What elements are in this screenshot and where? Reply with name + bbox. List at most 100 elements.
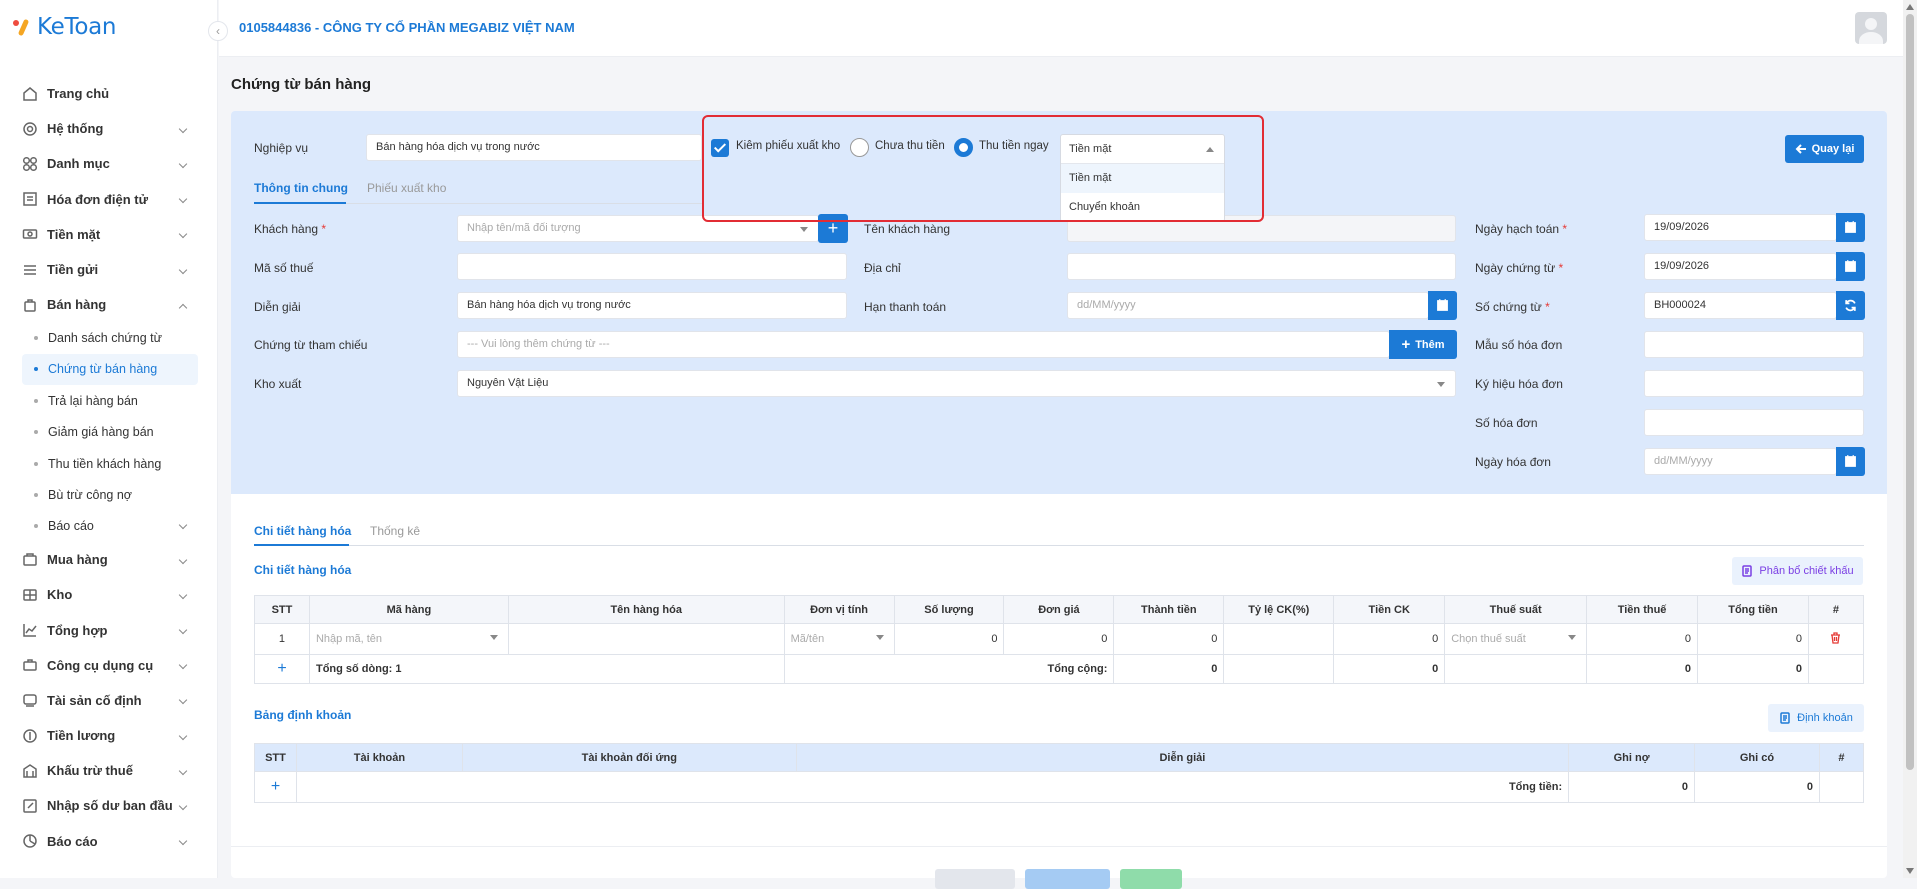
tab-thong-tin-chung[interactable]: Thông tin chung [254, 181, 348, 195]
tong-tien-input[interactable]: 0 [1697, 623, 1809, 655]
scrollbar-thumb[interactable] [1906, 14, 1914, 770]
calendar-button[interactable] [1428, 291, 1457, 320]
page-scrollbar[interactable] [1903, 0, 1917, 878]
so-hoa-don-input[interactable] [1644, 409, 1864, 436]
topbar: 0105844836 - CÔNG TY CỔ PHẦN MEGABIZ VIỆ… [219, 0, 1903, 57]
table-row: 1 Nhập mã, tên Mã/tên 0 0 0 0 Chọn thuế … [254, 623, 1865, 655]
tien-thue-input[interactable]: 0 [1586, 623, 1699, 655]
sidebar-subitem-thu-tien-khach-hang[interactable]: Thu tiền khách hàng [0, 448, 218, 479]
col-dien-giai: Diễn giải [795, 743, 1570, 772]
add-row-button[interactable]: + [254, 654, 310, 684]
ngay-chung-tu-input[interactable]: 19/09/2026 [1644, 253, 1837, 280]
nghiep-vu-select[interactable]: Bán hàng hóa dịch vụ trong nước [366, 134, 702, 161]
avatar[interactable] [1855, 12, 1887, 44]
han-thanh-toan-input[interactable]: dd/MM/yyyy [1067, 292, 1429, 319]
sidebar-item-nhap-so-du-ban-dau[interactable]: Nhập số dư ban đầu [0, 788, 218, 823]
sidebar-item-tien-luong[interactable]: Tiền lương [0, 718, 218, 753]
kho-xuat-select[interactable]: Nguyên Vật Liệu [457, 370, 1456, 397]
sidebar-subitem-giam-gia-hang-ban[interactable]: Giảm giá hàng bán [0, 416, 218, 447]
calendar-button[interactable] [1836, 447, 1865, 476]
dien-giai-input[interactable]: Bán hàng hóa dịch vụ trong nước [457, 292, 847, 319]
dia-chi-input[interactable] [1067, 253, 1456, 280]
ngay-hoa-don-label: Ngày hóa đơn [1475, 455, 1551, 469]
tab-thong-ke[interactable]: Thống kê [370, 524, 420, 538]
sidebar-item-tai-san-co-dinh[interactable]: Tài sản cố định [0, 683, 218, 718]
sidebar-collapse-button[interactable]: ‹ [208, 21, 228, 41]
dinh-khoan-button[interactable]: Định khoản [1768, 704, 1864, 732]
scroll-up-icon[interactable] [1906, 4, 1914, 10]
sidebar-item-tong-hop[interactable]: Tổng hợp [0, 612, 218, 647]
sidebar-subitem-chung-tu-ban-hang[interactable]: Chứng từ bán hàng [22, 353, 198, 386]
cart-icon [23, 552, 37, 566]
plus-icon: + [1401, 336, 1411, 353]
ngay-hach-toan-input[interactable]: 19/09/2026 [1644, 214, 1837, 241]
chevron-down-icon [178, 555, 188, 564]
chevron-down-icon [178, 696, 188, 705]
active-tab-indicator [254, 544, 349, 546]
sidebar-item-tien-mat[interactable]: Tiền mặt [0, 217, 218, 252]
don-gia-input[interactable]: 0 [1003, 623, 1115, 655]
save-button[interactable] [1025, 869, 1110, 889]
sidebar-item-trang-chu[interactable]: Trang chủ [0, 76, 218, 111]
refresh-button[interactable] [1836, 291, 1865, 320]
ten-hang-hoa-input[interactable] [507, 623, 785, 655]
app-logo[interactable]: KeToan [13, 14, 116, 40]
sidebar-item-bao-cao[interactable]: Báo cáo [0, 824, 218, 859]
han-thanh-toan-label: Hạn thanh toán [864, 300, 947, 314]
sidebar-subitem-bu-tru-cong-no[interactable]: Bù trừ công nợ [0, 479, 218, 510]
sidebar-item-hoa-don-dien-tu[interactable]: Hóa đơn điện tử [0, 182, 218, 217]
don-vi-tinh-select[interactable]: Mã/tên [783, 623, 895, 655]
ma-hang-select[interactable]: Nhập mã, tên [308, 623, 509, 655]
sidebar-item-he-thong[interactable]: Hệ thống [0, 111, 218, 146]
mau-so-hoa-don-input[interactable] [1644, 331, 1864, 358]
save-and-new-button[interactable] [1120, 869, 1182, 889]
trash-icon [1831, 631, 1841, 644]
chung-tu-tham-chieu-input[interactable]: --- Vui lòng thêm chứng từ --- [457, 331, 1390, 358]
col-ten-hang-hoa: Tên hàng hóa [507, 595, 785, 624]
sidebar-subitem-bao-cao[interactable]: Báo cáo [0, 511, 218, 542]
col-action: # [1807, 595, 1865, 624]
page-title: Chứng từ bán hàng [231, 76, 372, 93]
so-hoa-don-label: Số hóa đơn [1475, 416, 1538, 430]
cancel-button[interactable] [935, 869, 1015, 889]
sidebar-item-danh-muc[interactable]: Danh mục [0, 146, 218, 181]
so-luong-input[interactable]: 0 [893, 623, 1005, 655]
tax-icon [23, 763, 37, 778]
tab-chi-tiet-hang-hoa[interactable]: Chi tiết hàng hóa [254, 524, 351, 538]
detail-tabs-divider [254, 545, 1864, 546]
ngay-hoa-don-input[interactable]: dd/MM/yyyy [1644, 448, 1837, 475]
tools-icon [23, 659, 37, 671]
col-ty-le-ck: Tỷ lệ CK(%) [1223, 595, 1335, 624]
thue-suat-select[interactable]: Chọn thuế suất [1444, 623, 1588, 655]
sidebar-item-cong-cu-dung-cu[interactable]: Công cụ dụng cụ [0, 648, 218, 683]
ma-so-thue-input[interactable] [457, 253, 847, 280]
ty-le-ck-input[interactable] [1223, 623, 1335, 655]
delete-row-button[interactable] [1807, 623, 1865, 655]
tien-ck-input[interactable]: 0 [1333, 623, 1446, 655]
sidebar-item-label: Nhập số dư ban đầu [47, 798, 173, 814]
add-reference-button[interactable]: + Thêm [1389, 330, 1457, 359]
sidebar-subitem-danh-sach-chung-tu[interactable]: Danh sách chứng từ [0, 322, 218, 353]
add-entry-button[interactable]: + [254, 771, 297, 803]
chevron-down-icon [178, 124, 188, 134]
sidebar-item-mua-hang[interactable]: Mua hàng [0, 542, 218, 577]
allocate-discount-button[interactable]: Phân bổ chiết khấu [1732, 557, 1863, 585]
calendar-button[interactable] [1836, 252, 1865, 281]
sidebar-subitem-tra-lai-hang-ban[interactable]: Trả lại hàng bán [0, 385, 218, 416]
sidebar-item-kho[interactable]: Kho [0, 577, 218, 612]
back-button[interactable]: Quay lại [1785, 135, 1864, 163]
sidebar-item-khau-tru-thue[interactable]: Khấu trừ thuế [0, 753, 218, 788]
calendar-icon [1437, 299, 1448, 311]
tong-tien-label: Tổng tiền: [295, 771, 1570, 803]
accounting-table-header: STT Tài khoản Tài khoản đối ứng Diễn giả… [254, 743, 1865, 772]
sidebar-item-label: Hóa đơn điện tử [47, 191, 148, 207]
tab-phieu-xuat-kho[interactable]: Phiếu xuất kho [367, 181, 446, 195]
col-tong-tien: Tổng tiền [1697, 595, 1809, 624]
calendar-button[interactable] [1836, 213, 1865, 242]
scroll-down-icon[interactable] [1906, 868, 1914, 874]
ky-hieu-hoa-don-input[interactable] [1644, 370, 1864, 397]
thanh-tien-input[interactable]: 0 [1113, 623, 1225, 655]
sidebar-item-tien-gui[interactable]: Tiền gửi [0, 252, 218, 287]
so-chung-tu-input[interactable]: BH000024 [1644, 292, 1837, 319]
sidebar-item-ban-hang[interactable]: Bán hàng [0, 287, 218, 322]
